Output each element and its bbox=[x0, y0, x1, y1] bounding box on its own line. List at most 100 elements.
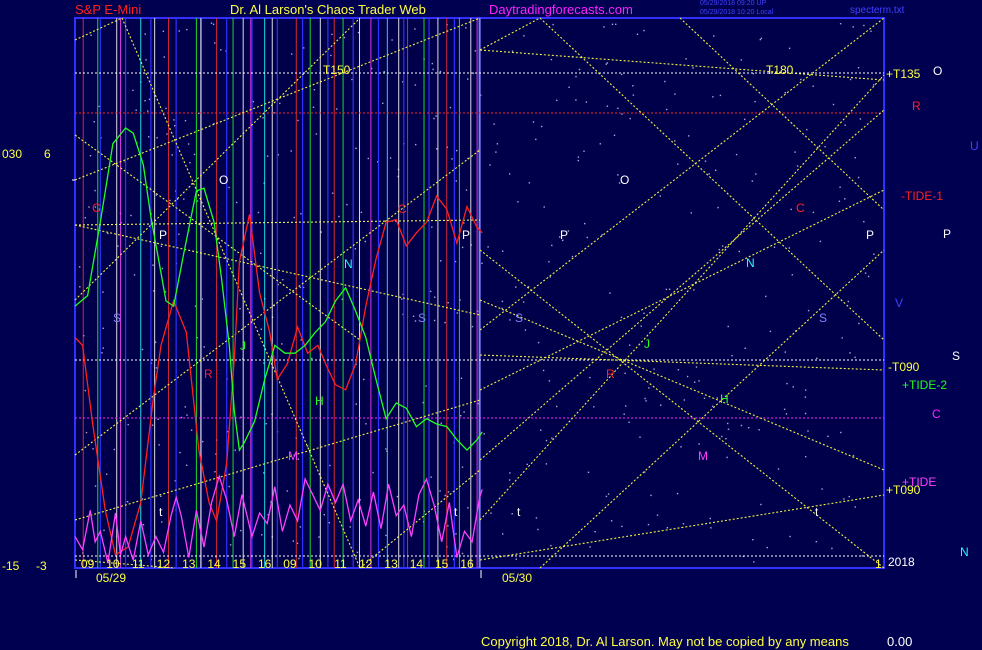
star-dot bbox=[158, 444, 160, 446]
star-dot bbox=[653, 368, 655, 370]
star-dot bbox=[648, 387, 650, 389]
star-dot bbox=[715, 169, 717, 171]
star-dot bbox=[551, 437, 553, 439]
star-dot bbox=[807, 309, 810, 312]
header-file: specterm.txt bbox=[850, 5, 905, 16]
star-dot bbox=[773, 246, 776, 248]
header-symbol: S&P E-Mini bbox=[75, 2, 141, 17]
star-dot bbox=[511, 50, 514, 52]
ring-label-s: S bbox=[515, 311, 523, 325]
star-dot bbox=[465, 27, 467, 29]
star-dot bbox=[644, 397, 646, 400]
hour-tick-label: 12 bbox=[157, 557, 171, 571]
star-dot bbox=[758, 429, 760, 431]
star-dot bbox=[184, 406, 186, 408]
left-axis-top-a: 030 bbox=[2, 147, 22, 161]
star-dot bbox=[587, 471, 590, 473]
star-dot bbox=[360, 211, 363, 214]
star-dot bbox=[682, 523, 685, 525]
star-dot bbox=[455, 533, 457, 535]
left-axis-top-b: 6 bbox=[44, 147, 51, 161]
star-dot bbox=[90, 34, 92, 36]
star-dot bbox=[281, 343, 283, 345]
star-dot bbox=[440, 260, 442, 262]
star-dot bbox=[748, 427, 750, 429]
star-dot bbox=[461, 246, 464, 249]
star-dot bbox=[543, 206, 545, 208]
right-label-s: S bbox=[952, 349, 960, 363]
star-dot bbox=[545, 463, 548, 465]
star-dot bbox=[703, 397, 706, 399]
star-dot bbox=[328, 522, 330, 524]
star-dot bbox=[854, 356, 856, 359]
star-dot bbox=[613, 134, 616, 136]
star-dot bbox=[439, 70, 442, 73]
star-dot bbox=[432, 68, 434, 71]
star-dot bbox=[186, 414, 188, 416]
star-dot bbox=[311, 357, 313, 360]
star-dot bbox=[537, 341, 540, 344]
star-dot bbox=[727, 428, 730, 430]
header-url: Daytradingforecasts.com bbox=[489, 2, 633, 17]
star-dot bbox=[815, 541, 817, 543]
star-dot bbox=[435, 115, 437, 117]
ring-label-c: C bbox=[398, 202, 407, 216]
star-dot bbox=[174, 125, 176, 127]
star-dot bbox=[515, 286, 517, 288]
star-dot bbox=[832, 103, 835, 106]
star-dot bbox=[431, 62, 433, 65]
star-dot bbox=[155, 367, 158, 369]
star-dot bbox=[186, 28, 188, 31]
ring-label-p: P bbox=[462, 228, 470, 242]
star-dot bbox=[665, 288, 668, 291]
star-dot bbox=[444, 321, 446, 324]
left-axis-bottom-a: -15 bbox=[2, 559, 20, 573]
star-dot bbox=[152, 264, 154, 266]
star-dot bbox=[299, 526, 302, 528]
star-dot bbox=[867, 275, 870, 278]
star-dot bbox=[471, 325, 474, 328]
star-dot bbox=[102, 327, 104, 329]
label-year: 2018 bbox=[888, 555, 915, 569]
star-dot bbox=[805, 456, 807, 458]
star-dot bbox=[331, 33, 333, 36]
star-dot bbox=[864, 272, 867, 274]
star-dot bbox=[260, 328, 262, 330]
star-dot bbox=[621, 525, 623, 528]
star-dot bbox=[355, 147, 357, 149]
star-dot bbox=[677, 369, 680, 371]
star-dot bbox=[367, 157, 369, 160]
right-label-p: P bbox=[943, 227, 951, 241]
star-dot bbox=[286, 490, 288, 492]
star-dot bbox=[202, 440, 204, 443]
star-dot bbox=[483, 433, 485, 435]
star-dot bbox=[712, 96, 714, 98]
star-dot bbox=[528, 182, 531, 184]
star-dot bbox=[754, 100, 756, 103]
ring-label-r: R bbox=[606, 367, 615, 381]
star-dot bbox=[189, 162, 191, 164]
star-dot bbox=[751, 180, 753, 182]
star-dot bbox=[827, 435, 829, 437]
star-dot bbox=[824, 146, 826, 148]
star-dot bbox=[542, 369, 545, 372]
hour-tick-label: 15 bbox=[233, 557, 247, 571]
star-dot bbox=[173, 119, 175, 121]
star-dot bbox=[693, 289, 695, 291]
star-dot bbox=[203, 346, 205, 348]
star-dot bbox=[844, 124, 846, 126]
star-dot bbox=[848, 495, 850, 498]
star-dot bbox=[282, 279, 284, 281]
hour-tick-label: 10 bbox=[106, 557, 120, 571]
star-dot bbox=[611, 23, 614, 25]
star-dot bbox=[791, 274, 793, 276]
star-dot bbox=[431, 226, 433, 228]
star-dot bbox=[731, 354, 733, 357]
star-dot bbox=[755, 173, 757, 175]
star-dot bbox=[524, 329, 527, 331]
ring-label-c: C bbox=[796, 201, 805, 215]
star-dot bbox=[89, 155, 92, 157]
star-dot bbox=[240, 529, 242, 532]
star-dot bbox=[709, 517, 711, 520]
star-dot bbox=[147, 110, 149, 112]
